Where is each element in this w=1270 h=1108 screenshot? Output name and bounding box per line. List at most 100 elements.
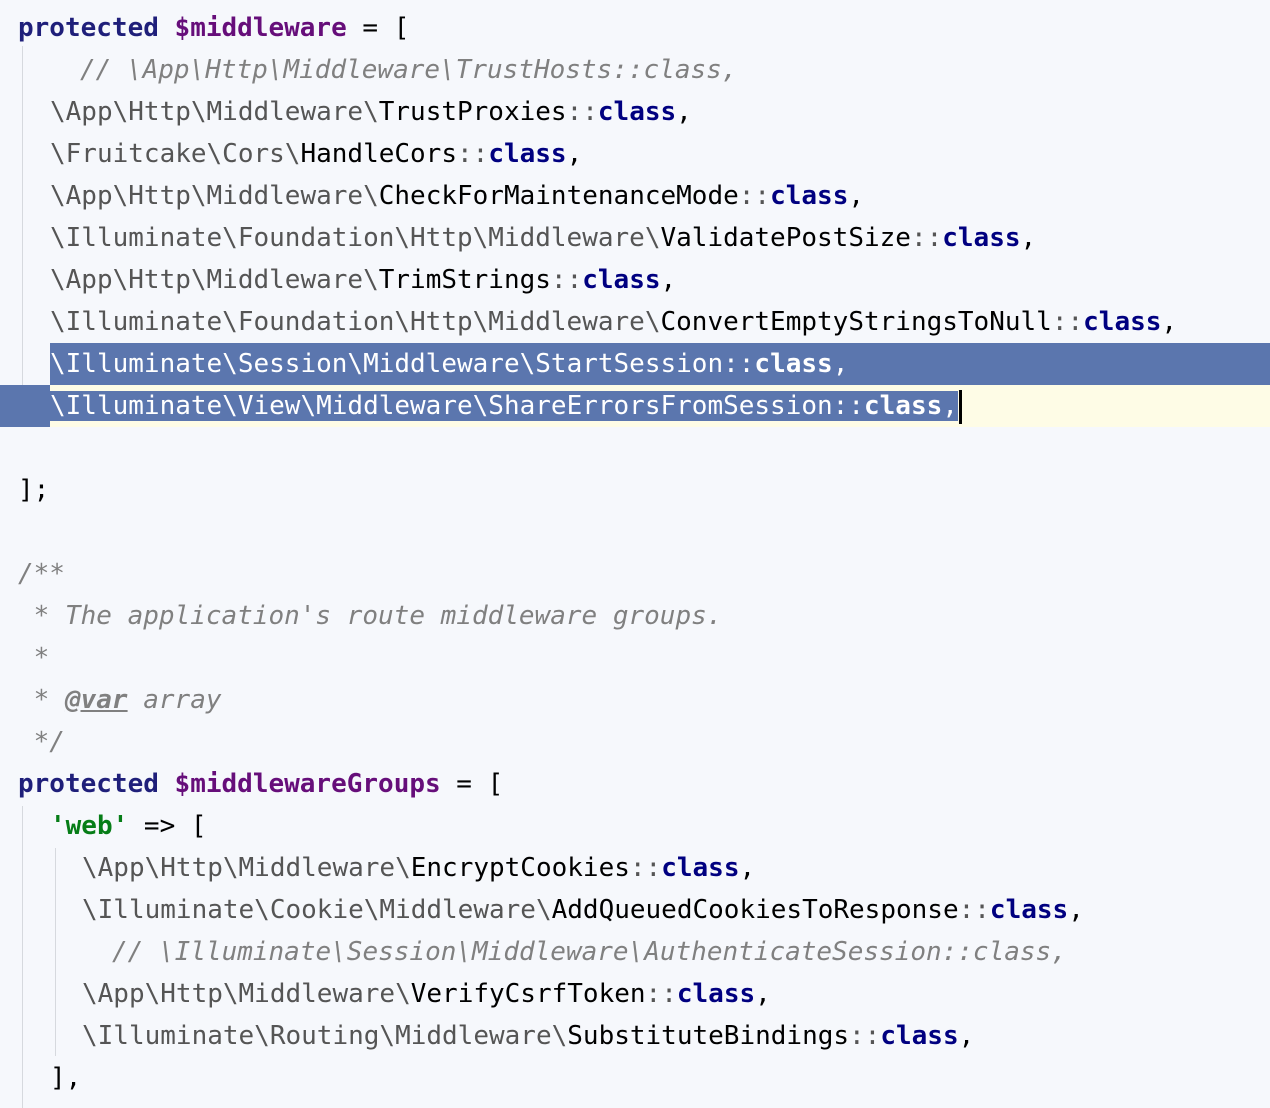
code-line[interactable]: *	[0, 637, 1270, 679]
code-token: class	[676, 979, 756, 1009]
code-token: ::	[910, 223, 943, 253]
code-line[interactable]: protected $middlewareGroups = [	[0, 763, 1270, 805]
code-token: ConvertEmptyStringsToNull	[660, 307, 1052, 337]
code-line[interactable]: \App\Http\Middleware\TrustProxies::class…	[0, 91, 1270, 133]
code-token: /**	[18, 559, 65, 589]
code-text: \Illuminate\Foundation\Http\Middleware\C…	[50, 301, 1177, 343]
code-line[interactable]: // \Illuminate\Session\Middleware\Authen…	[0, 931, 1270, 973]
code-token: ,	[676, 97, 692, 127]
code-token: \App\Http\Middleware\	[82, 853, 411, 883]
code-line[interactable]: \App\Http\Middleware\EncryptCookies::cla…	[0, 847, 1270, 889]
code-token: \App\Http\Middleware\	[50, 181, 379, 211]
code-token: ::	[457, 139, 489, 169]
code-token: class	[661, 853, 740, 883]
code-line[interactable]: * The application's route middleware gro…	[0, 595, 1270, 637]
code-text: * The application's route middleware gro…	[18, 595, 723, 637]
code-token: class	[989, 895, 1069, 925]
code-token: HandleCors	[300, 139, 457, 169]
code-line[interactable]: \App\Http\Middleware\CheckForMaintenance…	[0, 175, 1270, 217]
code-token: \Illuminate\Foundation\Http\Middleware\	[50, 307, 661, 337]
code-line[interactable]: \Illuminate\Foundation\Http\Middleware\C…	[0, 301, 1270, 343]
code-token: TrustProxies	[378, 97, 567, 127]
code-token: \App\Http\Middleware\	[50, 265, 379, 295]
code-token: ,	[566, 139, 583, 169]
code-token: ,	[1161, 307, 1178, 337]
code-line[interactable]: \Illuminate\Session\Middleware\StartSess…	[0, 343, 1270, 385]
code-token: class	[582, 265, 661, 295]
code-text: \Fruitcake\Cors\HandleCors::class,	[50, 133, 582, 175]
code-token: ,	[1020, 223, 1037, 253]
code-token: class	[754, 349, 833, 379]
code-token: class	[863, 391, 943, 421]
code-line[interactable]: \Illuminate\Routing\Middleware\Substitut…	[0, 1015, 1270, 1057]
code-line[interactable]: \Fruitcake\Cors\HandleCors::class,	[0, 133, 1270, 175]
code-token: ,	[739, 853, 756, 883]
code-token: ],	[50, 1063, 82, 1093]
code-text: protected $middlewareGroups = [	[18, 763, 503, 805]
code-line[interactable]: \App\Http\Middleware\TrimStrings::class,	[0, 259, 1270, 301]
code-token: array	[127, 685, 222, 715]
code-token: = [	[346, 13, 410, 43]
code-token: => [	[128, 811, 207, 841]
code-line[interactable]	[0, 427, 1270, 469]
code-token: ::	[849, 1021, 881, 1051]
code-line[interactable]: 'web' => [	[0, 805, 1270, 847]
code-token: // \App\Http\Middleware\TrustHosts::clas…	[80, 55, 738, 85]
code-line[interactable]: ];	[0, 469, 1270, 511]
code-token: */	[18, 727, 65, 757]
code-token: ::	[629, 853, 662, 883]
code-token: *	[18, 643, 50, 673]
code-line[interactable]: */	[0, 721, 1270, 763]
code-token: AddQueuedCookiesToResponse	[551, 895, 959, 925]
code-text: * @var array	[18, 679, 222, 721]
code-token: protected	[18, 769, 159, 799]
code-token: 'web'	[50, 811, 129, 841]
code-text: \Illuminate\View\Middleware\ShareErrorsF…	[50, 385, 962, 427]
code-token: class	[880, 1021, 959, 1051]
code-editor[interactable]: protected $middleware = [ // \App\Http\Mi…	[0, 0, 1270, 1108]
code-line[interactable]: \Illuminate\Foundation\Http\Middleware\V…	[0, 217, 1270, 259]
code-token: VerifyCsrfToken	[410, 979, 646, 1009]
code-token: ::	[832, 391, 864, 421]
code-token: ];	[18, 475, 50, 505]
code-token: ::	[1051, 307, 1084, 337]
code-token: // \Illuminate\Session\Middleware\Authen…	[112, 937, 1067, 967]
code-token: class	[1083, 307, 1162, 337]
code-line[interactable]: ],	[0, 1057, 1270, 1099]
code-text: \App\Http\Middleware\TrimStrings::class,	[50, 259, 676, 301]
code-text: ],	[50, 1057, 81, 1099]
code-token: *	[18, 685, 65, 715]
code-text: // \App\Http\Middleware\TrustHosts::clas…	[80, 49, 737, 91]
code-token: ValidatePostSize	[660, 223, 911, 253]
code-token: ,	[848, 181, 865, 211]
code-token: CheckForMaintenanceMode	[378, 181, 739, 211]
code-token: class	[488, 139, 567, 169]
code-text: \App\Http\Middleware\EncryptCookies::cla…	[82, 847, 755, 889]
code-line[interactable]: \Illuminate\View\Middleware\ShareErrorsF…	[0, 385, 1270, 427]
code-line[interactable]: // \App\Http\Middleware\TrustHosts::clas…	[0, 49, 1270, 91]
code-line[interactable]: \App\Http\Middleware\VerifyCsrfToken::cl…	[0, 973, 1270, 1015]
code-line[interactable]: * @var array	[0, 679, 1270, 721]
code-token: ShareErrorsFromSession	[488, 391, 833, 421]
code-line[interactable]: /**	[0, 553, 1270, 595]
code-token: TrimStrings	[378, 265, 551, 295]
code-text: protected $middleware = [	[18, 7, 409, 49]
code-token: ,	[660, 265, 677, 295]
code-text: \Illuminate\Routing\Middleware\Substitut…	[82, 1015, 974, 1057]
code-token: = [	[440, 769, 504, 799]
code-token: EncryptCookies	[410, 853, 630, 883]
code-token: ::	[958, 895, 990, 925]
code-line[interactable]	[0, 511, 1270, 553]
code-text: ];	[18, 469, 49, 511]
code-token: \App\Http\Middleware\	[50, 97, 379, 127]
code-token: \Illuminate\Session\Middleware\	[50, 349, 536, 379]
code-text: 'web' => [	[50, 805, 207, 847]
code-line[interactable]: \Illuminate\Cookie\Middleware\AddQueuedC…	[0, 889, 1270, 931]
code-token: \App\Http\Middleware\	[82, 979, 411, 1009]
code-line[interactable]: protected $middleware = [	[0, 7, 1270, 49]
selected-text: \Illuminate\View\Middleware\ShareErrorsF…	[50, 391, 958, 421]
code-text: \App\Http\Middleware\VerifyCsrfToken::cl…	[82, 973, 771, 1015]
code-token: $middleware	[174, 13, 347, 43]
text-caret	[958, 389, 962, 424]
code-text: */	[18, 721, 65, 763]
